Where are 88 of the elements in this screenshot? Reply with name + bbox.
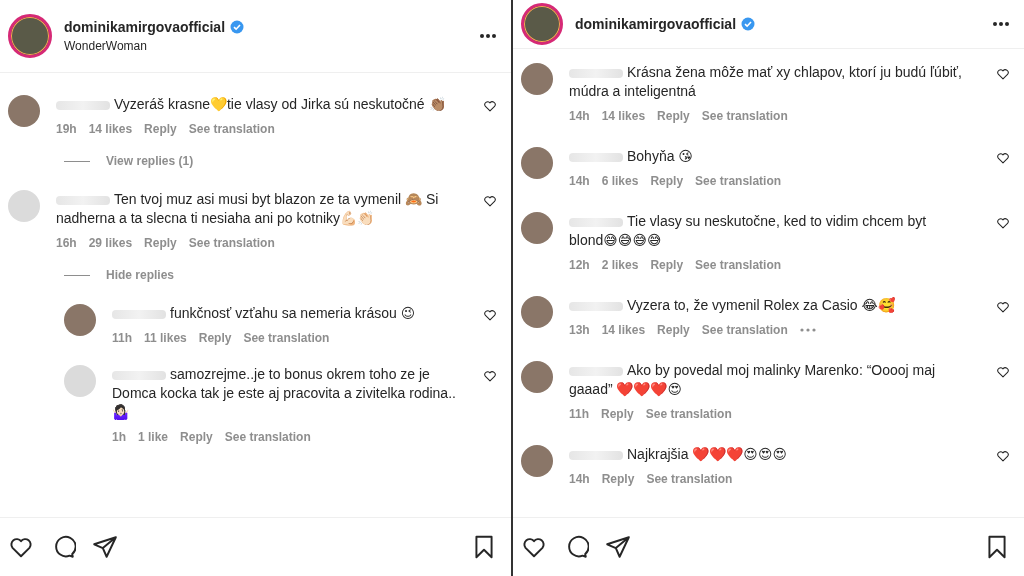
- likes-link[interactable]: 1 like: [138, 430, 169, 444]
- reply-link[interactable]: Reply: [144, 122, 177, 136]
- like-heart-icon[interactable]: [483, 194, 497, 208]
- avatar[interactable]: [64, 304, 96, 336]
- more-options-icon[interactable]: [479, 33, 497, 39]
- blurred-username: [112, 309, 166, 319]
- like-heart-icon[interactable]: [996, 449, 1010, 463]
- profile-avatar[interactable]: [521, 3, 563, 45]
- translation-link[interactable]: See translation: [188, 236, 275, 250]
- likes-link[interactable]: 14 likes: [88, 122, 133, 136]
- like-heart-icon[interactable]: [483, 369, 497, 383]
- reply-link[interactable]: Reply: [657, 109, 690, 123]
- likes-link[interactable]: 14 likes: [601, 323, 646, 337]
- profile-avatar[interactable]: [8, 14, 52, 58]
- likes-link[interactable]: 29 likes: [88, 236, 133, 250]
- translation-link[interactable]: See translation: [224, 430, 311, 444]
- like-heart-icon[interactable]: [996, 365, 1010, 379]
- translation-link[interactable]: See translation: [243, 331, 330, 345]
- likes-link[interactable]: 2 likes: [601, 258, 639, 272]
- comment-time: 14h: [569, 174, 590, 188]
- comment-text: Vyzera to, že vymenil Rolex za Casio 😂🥰: [569, 296, 964, 315]
- comment-text: samozrejme..je to bonus okrem toho ze je Domca kocka tak je este aj pracovita a zivitelka rodina..🤷🏻‍♀: [112, 365, 457, 422]
- reply-link[interactable]: Reply: [601, 472, 635, 486]
- comment-text: Krásna žena môže mať xy chlapov, ktorí ju budú ľúbiť, múdra a inteligentná: [569, 63, 963, 101]
- translation-link[interactable]: See translation: [646, 472, 733, 486]
- comment-time: 12h: [569, 258, 590, 272]
- comment-text: Najkrajšia ❤❤❤😍😍😍: [569, 445, 964, 464]
- comment-text: Ako by povedal moj malinky Marenko: “Ooooj maj gaaad” ❤❤❤😍: [569, 361, 937, 399]
- blurred-username: [569, 366, 623, 376]
- reply-link[interactable]: Reply: [601, 407, 634, 421]
- translation-link[interactable]: See translation: [701, 109, 788, 123]
- avatar[interactable]: [521, 212, 553, 244]
- reply-link[interactable]: Reply: [650, 174, 684, 188]
- like-heart-icon[interactable]: [483, 99, 497, 113]
- translation-link[interactable]: See translation: [188, 122, 275, 136]
- blurred-username: [569, 450, 623, 460]
- comment-text: Bohyňa 😘: [569, 147, 964, 166]
- comment-text: funkčnosť vzťahu sa nemeria krásou 😉: [112, 304, 467, 323]
- avatar[interactable]: [521, 147, 553, 179]
- replies-toggle[interactable]: Hide replies: [106, 268, 175, 282]
- comment-time: 19h: [56, 122, 77, 136]
- translation-link[interactable]: See translation: [645, 407, 732, 421]
- blurred-username: [569, 301, 623, 311]
- avatar[interactable]: [8, 95, 40, 127]
- translation-link[interactable]: See translation: [695, 258, 782, 272]
- comment-text: Ten tvoj muz asi musi byt blazon ze ta vymenil 🙈 Si nadherna a ta slecna ti nesiaha ani po kotniky💪🏻👏🏻: [56, 190, 440, 228]
- username[interactable]: dominikamirgovaofficial: [575, 16, 737, 32]
- comment-time: 16h: [56, 236, 77, 250]
- comment-time: 13h: [569, 323, 590, 337]
- comment-time: 11h: [112, 331, 132, 345]
- reply-link[interactable]: Reply: [657, 323, 690, 337]
- blurred-username: [112, 370, 166, 380]
- blurred-username: [569, 68, 623, 78]
- comment-time: 1h: [112, 430, 126, 444]
- comment-text: Tie vlasy su neskutočne, ked to vidim chcem byt blond😅😅😅😅: [569, 212, 928, 250]
- replies-toggle[interactable]: View replies (1): [106, 154, 194, 168]
- more-options-icon[interactable]: [992, 21, 1010, 27]
- avatar[interactable]: [521, 445, 553, 477]
- comment-time: 14h: [569, 109, 590, 123]
- share-icon[interactable]: [92, 534, 118, 560]
- avatar[interactable]: [521, 361, 553, 393]
- more-icon[interactable]: [799, 328, 816, 332]
- location-subtitle[interactable]: WonderWoman: [64, 39, 467, 53]
- like-heart-icon[interactable]: [996, 67, 1010, 81]
- avatar[interactable]: [521, 296, 553, 328]
- share-icon[interactable]: [605, 534, 631, 560]
- blurred-username: [56, 195, 110, 205]
- translation-link[interactable]: See translation: [695, 174, 782, 188]
- comment-time: 14h: [569, 472, 590, 486]
- likes-link[interactable]: 14 likes: [601, 109, 646, 123]
- username[interactable]: dominikamirgovaofficial: [64, 19, 226, 35]
- blurred-username: [569, 217, 623, 227]
- likes-link[interactable]: 11 likes: [144, 331, 187, 345]
- avatar[interactable]: [521, 63, 553, 95]
- likes-link[interactable]: 6 likes: [601, 174, 639, 188]
- like-heart-icon[interactable]: [483, 308, 497, 322]
- blurred-username: [569, 152, 623, 162]
- comment-text: Vyzeráš krasne💛tie vlasy od Jirka sú neskutočné 👏🏽: [56, 95, 451, 114]
- blurred-username: [56, 100, 110, 110]
- comment-time: 11h: [569, 407, 589, 421]
- reply-link[interactable]: Reply: [180, 430, 213, 444]
- like-heart-icon[interactable]: [996, 216, 1010, 230]
- reply-link[interactable]: Reply: [650, 258, 684, 272]
- translation-link[interactable]: See translation: [701, 323, 788, 337]
- reply-link[interactable]: Reply: [198, 331, 232, 345]
- reply-link[interactable]: Reply: [144, 236, 177, 250]
- like-heart-icon[interactable]: [996, 151, 1010, 165]
- like-heart-icon[interactable]: [996, 300, 1010, 314]
